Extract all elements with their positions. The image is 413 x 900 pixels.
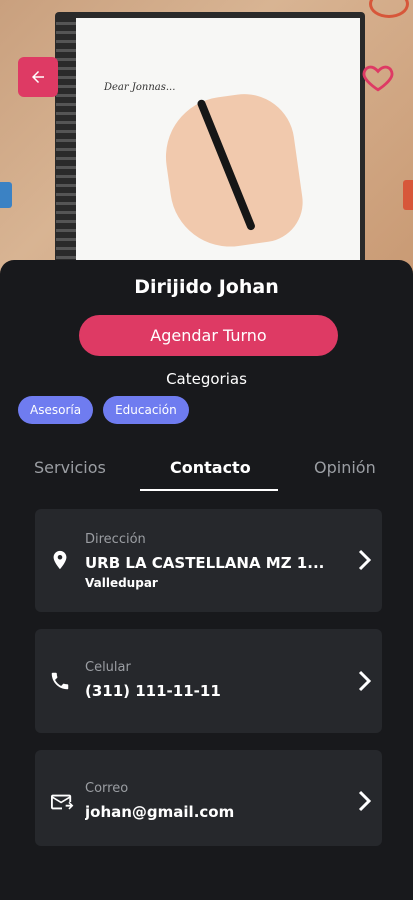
- location-pin-icon: [53, 550, 67, 570]
- phone-icon: [51, 672, 69, 690]
- email-value: johan@gmail.com: [85, 803, 235, 821]
- chevron-right-icon: [358, 670, 372, 692]
- favorite-button[interactable]: [360, 60, 396, 94]
- profile-name: Dirijido Johan: [134, 276, 279, 298]
- chevron-right-icon: [358, 549, 372, 571]
- chevron-right-icon: [358, 790, 372, 812]
- notebook-rings: [56, 22, 76, 262]
- category-chip[interactable]: Educación: [103, 396, 189, 424]
- mail-icon: [51, 794, 74, 810]
- hero-image: Dear Jonnas...: [0, 0, 413, 275]
- decorative-object: [403, 180, 413, 210]
- tab-servicios[interactable]: Servicios: [34, 458, 106, 477]
- handwriting: Dear Jonnas...: [104, 82, 176, 93]
- back-button[interactable]: [18, 57, 58, 97]
- tab-bar: Servicios Contacto Opinión: [0, 452, 413, 494]
- categories-title: Categorias: [166, 370, 247, 388]
- phone-card[interactable]: Celular (311) 111-11-11: [35, 629, 382, 733]
- schedule-button[interactable]: Agendar Turno: [79, 315, 338, 356]
- address-card[interactable]: Dirección URB LA CASTELLANA MZ 1... Vall…: [35, 509, 382, 612]
- email-card[interactable]: Correo johan@gmail.com: [35, 750, 382, 846]
- email-label: Correo: [85, 781, 129, 796]
- arrow-left-icon: [32, 71, 44, 83]
- heart-outline-icon: [362, 65, 394, 92]
- address-city: Valledupar: [85, 576, 158, 590]
- active-tab-indicator: [140, 489, 278, 491]
- phone-value: (311) 111-11-11: [85, 682, 221, 700]
- decorative-object: [0, 182, 12, 208]
- phone-label: Celular: [85, 660, 131, 675]
- address-label: Dirección: [85, 532, 146, 547]
- category-chips: Asesoría Educación: [18, 396, 189, 424]
- tab-contacto[interactable]: Contacto: [170, 458, 251, 477]
- decorative-object: [369, 0, 409, 18]
- address-value: URB LA CASTELLANA MZ 1...: [85, 554, 325, 572]
- tab-opinion[interactable]: Opinión: [314, 458, 376, 477]
- category-chip[interactable]: Asesoría: [18, 396, 94, 424]
